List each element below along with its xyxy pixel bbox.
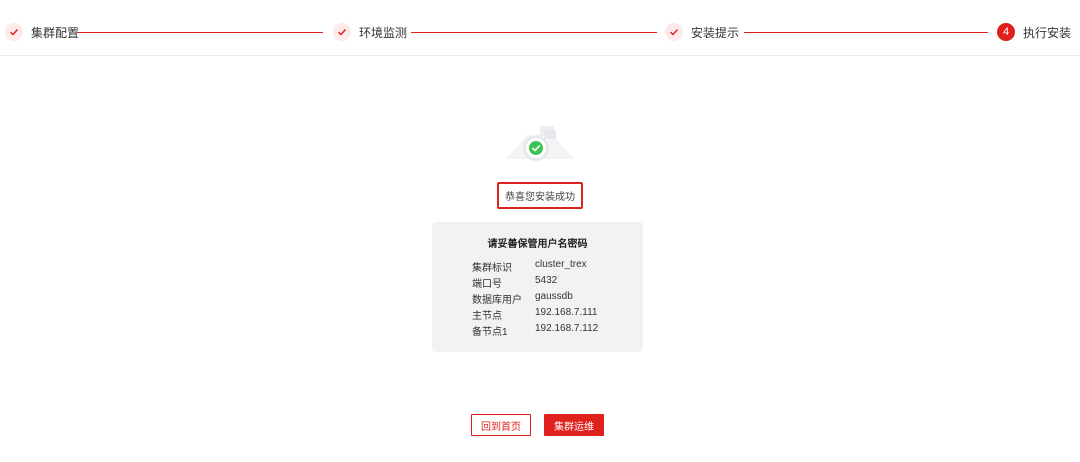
step-label: 集群配置	[31, 25, 80, 40]
info-value: 192.168.7.111	[535, 307, 598, 318]
success-message: 恭喜您安装成功	[497, 182, 583, 209]
back-home-button[interactable]: 回到首页	[471, 414, 531, 436]
step-number-badge: 4	[997, 23, 1015, 41]
check-icon	[333, 23, 351, 41]
info-key: 集群标识	[472, 263, 512, 274]
info-key: 端口号	[472, 279, 502, 290]
info-key: 备节点1	[472, 327, 508, 338]
credentials-card: 请妥善保管用户名密码 集群标识 cluster_trex 端口号 5432 数据…	[432, 222, 643, 352]
step-connector	[744, 32, 988, 33]
credentials-title: 请妥善保管用户名密码	[487, 239, 588, 250]
step-install-tips: 安装提示	[665, 21, 739, 43]
cluster-ops-button[interactable]: 集群运维	[544, 414, 604, 436]
info-key: 数据库用户	[472, 295, 522, 306]
step-env-check: 环境监测	[333, 21, 407, 43]
step-label: 执行安装	[1023, 25, 1072, 40]
install-stepper: 集群配置 环境监测 安装提示 4 执行安装	[0, 0, 1080, 56]
step-label: 安装提示	[691, 25, 740, 40]
info-value: cluster_trex	[535, 259, 587, 270]
step-cluster-config: 集群配置	[5, 21, 79, 43]
step-label: 环境监测	[359, 25, 408, 40]
check-icon	[5, 23, 23, 41]
step-connector	[77, 32, 323, 33]
info-value: 5432	[535, 275, 558, 286]
step-connector	[411, 32, 657, 33]
info-value: gaussdb	[535, 291, 573, 302]
check-icon	[665, 23, 683, 41]
step-execute-install: 4 执行安装	[997, 21, 1071, 43]
success-illustration-icon	[506, 114, 574, 164]
info-value: 192.168.7.112	[535, 323, 599, 334]
info-key: 主节点	[472, 311, 502, 322]
